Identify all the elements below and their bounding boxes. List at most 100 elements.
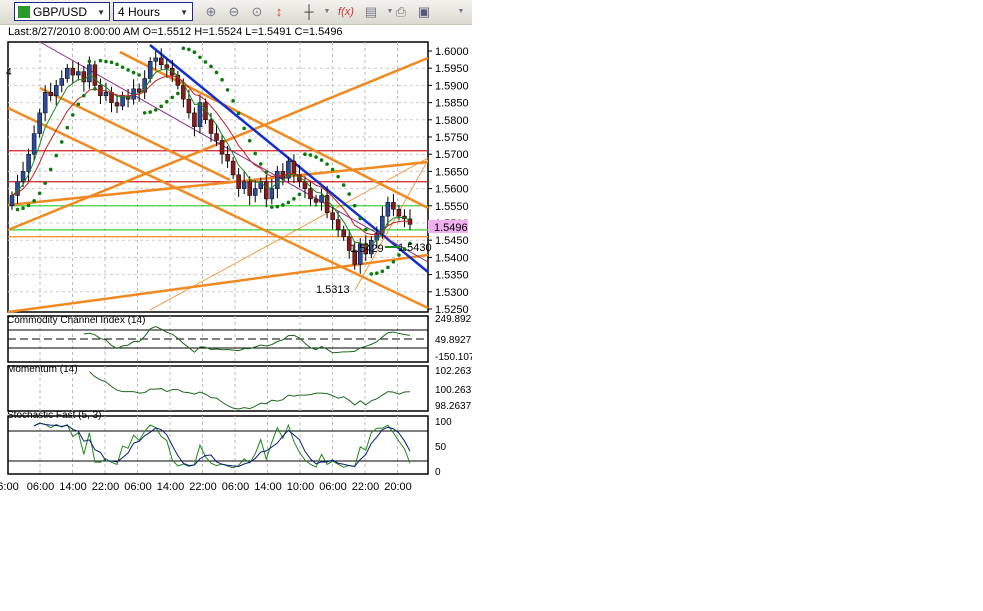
sar-dot [164, 99, 169, 104]
candle-body [76, 71, 81, 76]
price-label: 1.5850 [435, 98, 469, 110]
momentum-tick: 100.2637 [435, 385, 472, 396]
price-label: 1.5600 [435, 184, 469, 196]
candle-body [236, 174, 241, 189]
sar-dot [375, 271, 379, 275]
sar-dot [71, 113, 75, 117]
sar-dot [220, 78, 224, 82]
sar-dot [209, 64, 213, 69]
candle-body [197, 102, 203, 127]
sar-dot [391, 259, 396, 264]
candle-body [385, 202, 391, 217]
candle-body [230, 160, 236, 176]
sar-dot [32, 199, 36, 203]
mid-annotation: 1.5429 [350, 243, 384, 255]
sar-dot [115, 62, 119, 67]
price-label: 1.5950 [435, 63, 469, 75]
candle-body [264, 181, 269, 200]
time-label: 06:00 [222, 481, 250, 493]
candle-body [159, 57, 164, 66]
candle-body [181, 85, 186, 100]
sar-dot [181, 46, 186, 51]
candle-body [147, 61, 153, 79]
sar-dot [225, 88, 230, 92]
right-annotation: 1.5430 [398, 242, 432, 254]
time-label: 22:00 [92, 481, 120, 493]
cci-title: Commodity Channel Index (14) [7, 315, 145, 326]
candle-body [186, 98, 192, 114]
candle-body [120, 95, 125, 107]
left-marker: 4 [6, 67, 12, 78]
sar-dot [314, 155, 318, 159]
price-label: 1.5750 [435, 132, 469, 144]
price-label: 1.5550 [435, 201, 469, 213]
candle-body [335, 219, 341, 231]
price-label: 1.5300 [435, 287, 469, 299]
candle-body [219, 140, 225, 155]
sar-dot [242, 126, 246, 131]
stoch-title: Stochastic Fast (5, 3) [7, 410, 101, 421]
candle-body [269, 188, 275, 200]
time-label: 06:00 [124, 481, 152, 493]
last-price-label: 1.5496 [434, 222, 468, 234]
sar-dot [203, 60, 208, 64]
sar-dot [281, 203, 285, 207]
time-label: 06:00 [319, 481, 347, 493]
price-label: 1.5450 [435, 235, 469, 247]
sar-dot [292, 197, 296, 201]
sar-dot [131, 70, 136, 75]
momentum-title: Momentum (14) [7, 364, 78, 375]
sar-dot [93, 87, 97, 91]
candle-body [291, 160, 297, 176]
candle-body [136, 88, 142, 93]
sar-dot [43, 181, 47, 185]
time-label: 6:00 [0, 481, 19, 493]
stoch-tick: 0 [435, 467, 441, 478]
candle-body [341, 229, 346, 238]
candle-body [70, 67, 76, 76]
sar-dot [231, 99, 235, 103]
candle-body [42, 92, 48, 114]
sar-dot [65, 125, 70, 130]
sar-dot [176, 91, 180, 96]
time-label: 20:00 [384, 481, 412, 493]
sar-dot [142, 111, 147, 115]
sar-dot [214, 70, 219, 75]
price-label: 1.6000 [435, 46, 469, 58]
sar-dot [82, 93, 86, 98]
candle-body [241, 181, 247, 189]
sar-dot [109, 60, 114, 65]
sar-dot [54, 153, 59, 158]
candle-body [214, 133, 219, 141]
candle-body [330, 212, 335, 220]
price-label: 1.5700 [435, 149, 469, 161]
sar-dot [336, 174, 340, 179]
sar-dot [137, 73, 141, 77]
candle-body [26, 153, 31, 172]
candle-body [247, 181, 252, 196]
candle-body [59, 78, 64, 86]
sar-dot [126, 68, 130, 72]
sar-dot [15, 207, 20, 212]
chart-area[interactable]: 1.6000 1.5950 1.5900 1.5850 1.5800 1.5750 1.57… [0, 0, 472, 500]
sar-dot [258, 162, 263, 166]
sar-dot [330, 167, 335, 172]
sar-dot [380, 269, 385, 274]
sar-dot [192, 50, 197, 54]
cci-tick: -150.107 [435, 352, 472, 363]
sar-dot [341, 183, 346, 187]
candle-body [252, 188, 258, 196]
candle-body [153, 57, 158, 62]
momentum-tick: 98.2637 [435, 401, 472, 412]
sar-dot [21, 206, 25, 210]
sar-dot [358, 216, 363, 221]
time-label: 22:00 [189, 481, 217, 493]
candle-body [53, 85, 59, 96]
candle-body [319, 195, 324, 203]
sar-dot [270, 205, 274, 209]
price-label: 1.5900 [435, 80, 469, 92]
price-label: 1.5650 [435, 166, 469, 178]
candle-body [31, 133, 37, 155]
candle-body [192, 112, 197, 127]
stoch-tick: 100 [435, 417, 452, 428]
